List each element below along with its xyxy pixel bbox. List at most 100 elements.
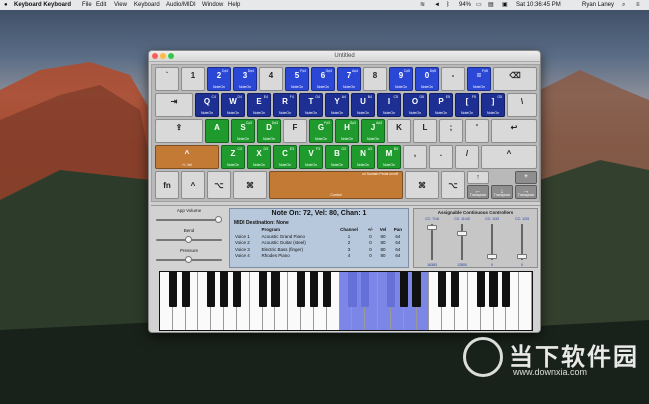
key-x[interactable]: D3 X NoteOn — [247, 145, 271, 169]
cc-knob-4[interactable] — [517, 254, 527, 260]
cc-knob-3[interactable] — [487, 254, 497, 260]
key-caps-lock[interactable]: ⇪ — [155, 119, 203, 143]
piano-keyboard[interactable] — [159, 271, 533, 331]
bend-slider[interactable]: Bend — [153, 228, 225, 246]
key-period[interactable]: . — [429, 145, 453, 169]
key-c[interactable]: E3 C NoteOn — [273, 145, 297, 169]
key-8[interactable]: 8 — [363, 67, 387, 91]
key-space[interactable]: x4 Sustain Pedal on/off Control — [269, 171, 403, 199]
app-volume-slider[interactable]: App Volume — [153, 208, 225, 226]
key-e[interactable]: E4 E NoteOn — [247, 93, 271, 117]
key-arrow-up[interactable]: ↑ — [467, 171, 489, 184]
key-p[interactable]: E5 P NoteOn — [429, 93, 453, 117]
piano-black-key[interactable] — [412, 272, 421, 307]
key-command-left[interactable]: ⌘ — [233, 171, 267, 199]
menu-keyboard[interactable]: Keyboard — [134, 0, 160, 10]
key-u[interactable]: B4 U NoteOn — [351, 93, 375, 117]
cc-slider-1[interactable]: CC: 7/16 16383 — [422, 217, 442, 267]
menu-edit[interactable]: Edit — [96, 0, 106, 10]
key-command-right[interactable]: ⌘ — [405, 171, 439, 199]
zoom-button[interactable] — [168, 53, 174, 59]
menu-app-name[interactable]: Keyboard Keyboard — [14, 0, 71, 10]
key-minus[interactable]: - — [441, 67, 465, 91]
key-backslash[interactable]: \ — [507, 93, 537, 117]
key-control[interactable]: ^ — [181, 171, 205, 199]
key-h[interactable]: G♯3 H NoteOn — [335, 119, 359, 143]
key-slash[interactable]: / — [455, 145, 479, 169]
user-name[interactable]: Ryan Laney — [582, 0, 614, 10]
apple-icon[interactable]: ● — [4, 0, 8, 10]
key-backtick[interactable]: ` — [155, 67, 179, 91]
key-f[interactable]: F — [283, 119, 307, 143]
key-option-left[interactable]: ⌥ — [207, 171, 231, 199]
key-m[interactable]: B3 M NoteOn — [377, 145, 401, 169]
bend-knob[interactable] — [185, 236, 192, 243]
menu-view[interactable]: View — [114, 0, 127, 10]
battery-percent[interactable]: 94% — [459, 0, 471, 10]
piano-black-key[interactable] — [309, 272, 319, 307]
key-b[interactable]: G3 B NoteOn — [325, 145, 349, 169]
key-o[interactable]: D5 O NoteOn — [403, 93, 427, 117]
key-n[interactable]: A3 N NoteOn — [351, 145, 375, 169]
key-fn[interactable]: fn — [155, 171, 179, 199]
key-3[interactable]: D♯4 3 NoteOn — [233, 67, 257, 91]
piano-black-key[interactable] — [489, 272, 498, 307]
piano-black-key[interactable] — [322, 272, 331, 307]
volume-icon[interactable]: ◄ — [434, 0, 440, 10]
key-quote[interactable]: ' — [465, 119, 489, 143]
key-left-bracket[interactable]: F5[NoteOn — [455, 93, 479, 117]
piano-black-key[interactable] — [502, 272, 511, 307]
key-4[interactable]: 4 — [259, 67, 283, 91]
menu-window[interactable]: Window — [202, 0, 223, 10]
wifi-icon[interactable]: ≋ — [420, 0, 425, 10]
key-k[interactable]: K — [387, 119, 411, 143]
piano-black-key[interactable] — [296, 272, 306, 307]
close-button[interactable] — [152, 53, 158, 59]
key-l[interactable]: L — [413, 119, 437, 143]
key-arrow-right[interactable]: → Transpose — [515, 185, 537, 199]
cc-knob-1[interactable] — [427, 224, 437, 230]
key-equal[interactable]: F♯5 = NoteOn — [467, 67, 491, 91]
key-shift-right[interactable]: ^ — [481, 145, 537, 169]
key-y[interactable]: A4 Y NoteOn — [325, 93, 349, 117]
key-tab[interactable]: ⇥ — [155, 93, 193, 117]
key-q[interactable]: C4 Q NoteOn — [195, 93, 219, 117]
key-semicolon[interactable]: ; — [439, 119, 463, 143]
key-right-bracket[interactable]: G5] NoteOn — [481, 93, 505, 117]
piano-black-key[interactable] — [399, 272, 408, 307]
piano-black-key[interactable] — [168, 272, 177, 307]
display-icon[interactable]: ▣ — [502, 0, 508, 10]
key-t[interactable]: G4 T NoteOn — [299, 93, 323, 117]
piano-black-key[interactable] — [438, 272, 447, 307]
key-octave-up[interactable]: + — [515, 171, 537, 184]
key-d[interactable]: D♯3 D NoteOn — [257, 119, 281, 143]
key-s[interactable]: C♯3 S NoteOn — [231, 119, 255, 143]
key-return[interactable]: ↩ — [491, 119, 537, 143]
cc-slider-4[interactable]: CC: 1/33 0 — [512, 217, 532, 267]
piano-black-key[interactable] — [207, 272, 216, 307]
key-g[interactable]: F♯3 G NoteOn — [309, 119, 333, 143]
piano-black-key[interactable] — [386, 272, 395, 307]
key-a[interactable]: A — [205, 119, 229, 143]
notification-center-icon[interactable]: ≡ — [636, 0, 640, 10]
key-0[interactable]: D♯5 0 NoteOn — [415, 67, 439, 91]
piano-black-key[interactable] — [476, 272, 485, 307]
key-v[interactable]: F3 V NoteOn — [299, 145, 323, 169]
key-w[interactable]: D4 W NoteOn — [221, 93, 245, 117]
clock[interactable]: Sat 10:36:45 PM — [516, 0, 561, 10]
key-j[interactable]: A♯3 J NoteOn — [361, 119, 385, 143]
key-r[interactable]: F4 R NoteOn — [273, 93, 297, 117]
app-volume-knob[interactable] — [215, 216, 222, 223]
spotlight-icon[interactable]: ⌕ — [622, 0, 625, 10]
key-5[interactable]: F♯4 5 NoteOn — [285, 67, 309, 91]
flag-icon[interactable]: ▤ — [488, 0, 494, 10]
cc-slider-3[interactable]: CC: 1/33 0 — [482, 217, 502, 267]
key-option-right[interactable]: ⌥ — [441, 171, 465, 199]
piano-white-key[interactable] — [519, 272, 532, 330]
piano-black-key[interactable] — [181, 272, 190, 307]
key-arrow-left[interactable]: ← Transpose — [467, 185, 489, 199]
piano-black-key[interactable] — [258, 272, 267, 307]
key-comma[interactable]: , — [403, 145, 427, 169]
pressure-knob[interactable] — [185, 256, 192, 263]
cc-slider-2[interactable]: CC: 11/43 12800 — [452, 217, 472, 267]
